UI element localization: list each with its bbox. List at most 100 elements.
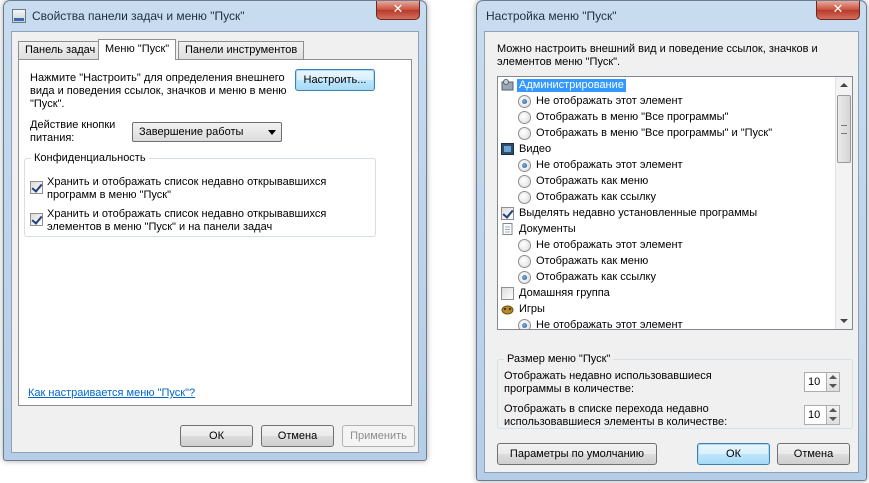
apply-button[interactable]: Применить [342,425,415,447]
restore-defaults-button[interactable]: Параметры по умолчанию [497,443,657,465]
jump-list-spinner[interactable]: 10 [804,405,840,425]
list-item[interactable]: Отображать как меню [498,173,836,189]
description-line-1: Нажмите "Настроить" для определения внеш… [30,72,285,84]
list-item[interactable]: Выделять недавно установленные программы [498,205,836,221]
store-recent-items-checkbox[interactable] [30,213,43,226]
dialog-client: Панель задач Меню "Пуск" Панели инструме… [11,31,419,453]
radio-button[interactable] [518,95,531,108]
video-icon [501,143,514,155]
list-item[interactable]: Отображать как ссылку [498,189,836,205]
description-line-2: вида и поведения ссылок, значков и меню … [30,85,287,97]
radio-button[interactable] [518,127,531,140]
close-button[interactable]: ✕ [816,1,860,20]
store-recent-items-line-2: элементов в меню "Пуск" и на панели зада… [47,221,273,233]
jump-list-label-line-1: Отображать в списке перехода недавно [504,403,709,415]
list-item[interactable]: Отображать в меню "Все программы" [498,109,836,125]
close-button[interactable]: ✕ [376,1,420,20]
recent-programs-label-line-1: Отображать недавно использовавшиеся [504,370,712,382]
list-item[interactable]: Отображать в меню "Все программы" и "Пус… [498,125,836,141]
privacy-groupbox: Конфиденциальность Хранить и отображать … [24,151,376,237]
highlight-new-programs-checkbox[interactable] [501,207,514,220]
list-item[interactable]: Игры [498,301,836,317]
help-link[interactable]: Как настраивается меню "Пуск"? [28,387,195,400]
list-item-label: Документы [519,223,576,235]
list-item[interactable]: Документы [498,221,836,237]
list-item[interactable]: Администрирование [498,77,836,93]
tab-start-menu[interactable]: Меню "Пуск" [98,39,177,60]
recent-programs-spinner[interactable]: 10 [804,372,840,392]
customize-button[interactable]: Настроить... [295,69,375,91]
store-recent-programs-checkbox[interactable] [30,181,43,194]
spinner-arrows[interactable] [826,373,839,391]
title-bar[interactable]: Настройка меню "Пуск" ✕ [477,1,866,31]
list-item[interactable]: Не отображать этот элемент [498,317,836,330]
list-item-label: Игры [519,303,545,315]
radio-button[interactable] [518,239,531,252]
radio-button[interactable] [518,271,531,284]
dialog-client: Можно настроить внешний вид и поведение … [484,31,859,473]
spin-down-icon[interactable] [829,417,837,421]
admin-tools-icon [501,79,514,91]
list-item[interactable]: Отображать как меню [498,253,836,269]
documents-icon [501,223,514,235]
tab-toolbars[interactable]: Панели инструментов [178,41,305,59]
chevron-down-icon [268,130,276,135]
window-title: Свойства панели задач и меню "Пуск" [32,9,245,23]
ok-button[interactable]: ОК [697,443,770,465]
taskbar-app-icon [12,9,26,23]
list-item-label: Не отображать этот элемент [536,319,683,330]
window-title: Настройка меню "Пуск" [486,9,617,23]
privacy-title: Конфиденциальность [31,151,149,165]
radio-button[interactable] [518,111,531,124]
spin-down-icon[interactable] [829,384,837,388]
vertical-scrollbar[interactable] [835,77,852,329]
list-item-label: Отображать в меню "Все программы" [536,111,729,123]
list-item[interactable]: Не отображать этот элемент [498,237,836,253]
list-item-label: Домашняя группа [519,287,610,299]
start-menu-options-list[interactable]: Администрирование Не отображать этот эле… [497,76,853,330]
list-item-label: Не отображать этот элемент [536,159,683,171]
spin-up-icon[interactable] [829,408,837,412]
recent-programs-value[interactable]: 10 [808,376,820,389]
scroll-up-icon[interactable] [836,77,852,93]
list-item-label: Отображать как ссылку [536,271,656,283]
list-item-label: Не отображать этот элемент [536,239,683,251]
ok-button[interactable]: ОК [180,425,253,447]
radio-button[interactable] [518,175,531,188]
intro-line-1: Можно настроить внешний вид и поведение … [497,43,818,55]
start-menu-tab-panel: Нажмите "Настроить" для определения внеш… [18,59,412,406]
radio-button[interactable] [518,191,531,204]
cancel-button[interactable]: Отмена [777,443,850,465]
games-icon [501,303,514,315]
radio-button[interactable] [518,255,531,268]
list-item[interactable]: Не отображать этот элемент [498,157,836,173]
list-item[interactable]: Видео [498,141,836,157]
recent-programs-label-line-2: программы в количестве: [504,383,635,395]
store-recent-programs-line-2: программ в меню "Пуск" [47,189,171,201]
store-recent-programs-line-1: Хранить и отображать список недавно откр… [47,176,327,188]
start-menu-size-groupbox: Размер меню "Пуск" Отображать недавно ис… [497,352,853,429]
homegroup-checkbox[interactable] [501,287,514,300]
start-menu-size-title: Размер меню "Пуск" [504,352,614,366]
spin-up-icon[interactable] [829,375,837,379]
list-item[interactable]: Отображать как ссылку [498,269,836,285]
list-item-label: Видео [519,143,552,155]
scroll-thumb[interactable] [837,95,851,163]
scroll-down-icon[interactable] [836,313,852,329]
spinner-arrows[interactable] [826,406,839,424]
jump-list-value[interactable]: 10 [808,409,820,422]
cancel-button[interactable]: Отмена [261,425,334,447]
customize-start-menu-window: Настройка меню "Пуск" ✕ Можно настроить … [476,0,867,481]
list-item[interactable]: Домашняя группа [498,285,836,301]
title-bar[interactable]: Свойства панели задач и меню "Пуск" ✕ [4,1,426,31]
tab-taskbar[interactable]: Панель задач [18,41,103,59]
list-item[interactable]: Не отображать этот элемент [498,93,836,109]
power-button-action-select[interactable]: Завершение работы [132,122,282,142]
list-item-label: Отображать как меню [536,175,649,187]
radio-button[interactable] [518,319,531,329]
list-item-label: Отображать как меню [536,255,649,267]
description-line-3: "Пуск". [30,98,65,110]
radio-button[interactable] [518,159,531,172]
list-item-label: Выделять недавно установленные программы [519,207,758,219]
power-label-line-1: Действие кнопки [30,119,116,131]
